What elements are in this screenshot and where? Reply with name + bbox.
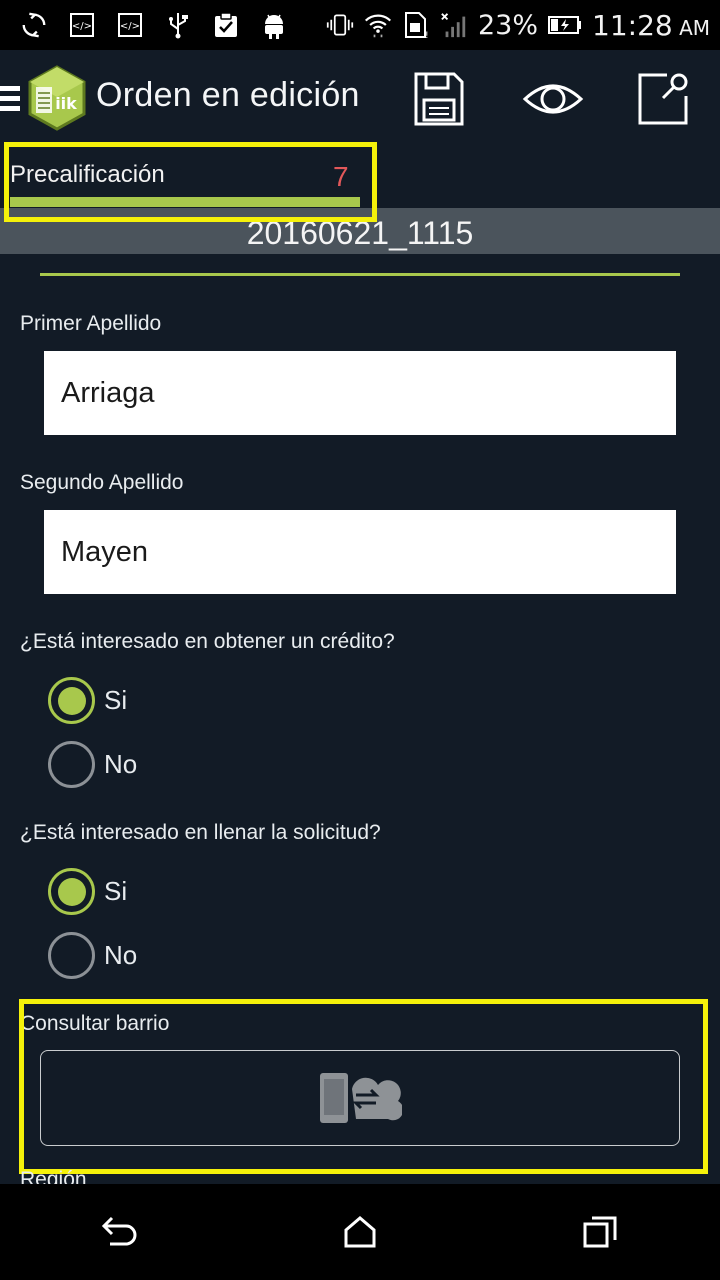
radio-button[interactable]	[48, 868, 95, 915]
primer-apellido-input[interactable]	[44, 351, 676, 435]
radio-label: No	[104, 749, 138, 779]
save-icon	[414, 72, 464, 126]
edit-icon	[638, 73, 688, 125]
tab-label: Precalificación	[10, 161, 165, 188]
home-icon	[344, 1216, 376, 1248]
primer-apellido-label: Primer Apellido	[20, 312, 162, 335]
back-button[interactable]	[90, 1202, 150, 1262]
divider	[40, 273, 680, 276]
edit-button[interactable]	[634, 70, 692, 128]
wifi-icon	[364, 11, 392, 39]
recents-button[interactable]	[570, 1202, 630, 1262]
status-bar: </> </> ! 23% 11:28 AM	[0, 0, 720, 50]
segundo-apellido-label: Segundo Apellido	[20, 471, 184, 494]
radio-label: No	[104, 940, 138, 970]
sync-icon	[20, 11, 48, 39]
credito-question: ¿Está interesado en obtener un crédito?	[20, 630, 395, 653]
app-logo: iik	[26, 65, 88, 131]
vibrate-icon	[326, 11, 354, 39]
svg-text:</>: </>	[120, 21, 140, 32]
clipboard-check-icon	[212, 11, 240, 39]
order-id-bar: 20160621_1115	[0, 208, 720, 254]
tab-precalificacion[interactable]: Precalificación 7	[0, 145, 370, 211]
segundo-apellido-input[interactable]	[44, 510, 676, 594]
credito-radio-si[interactable]: Si	[48, 677, 127, 724]
solicitud-radio-no[interactable]: No	[48, 932, 137, 979]
clock: 11:28 AM	[592, 8, 710, 42]
sim-icon: !	[402, 11, 430, 40]
tab-indicator	[10, 197, 360, 207]
credito-radio-no[interactable]: No	[48, 741, 137, 788]
home-button[interactable]	[330, 1202, 390, 1262]
code-icon: </>	[116, 11, 144, 39]
solicitud-question: ¿Está interesado en llenar la solicitud?	[20, 821, 381, 844]
radio-button[interactable]	[48, 741, 95, 788]
radio-button[interactable]	[48, 677, 95, 724]
back-icon	[101, 1216, 137, 1246]
radio-button[interactable]	[48, 932, 95, 979]
eye-icon	[522, 84, 584, 114]
recents-icon	[583, 1216, 617, 1248]
radio-label: Si	[104, 685, 128, 715]
svg-text:!: !	[425, 31, 429, 40]
svg-text:iik: iik	[55, 94, 77, 113]
svg-text:</>: </>	[72, 21, 92, 32]
usb-icon	[164, 11, 192, 39]
code-icon: </>	[68, 11, 96, 39]
menu-icon[interactable]	[0, 86, 20, 116]
navigation-bar	[0, 1184, 720, 1280]
solicitud-radio-si[interactable]: Si	[48, 868, 127, 915]
consultar-barrio-button[interactable]	[40, 1050, 680, 1146]
preview-button[interactable]	[522, 70, 584, 128]
battery-charging-icon	[548, 11, 582, 39]
save-button[interactable]	[410, 70, 468, 128]
consultar-barrio-label: Consultar barrio	[20, 1012, 170, 1035]
tab-count-badge: 7	[333, 161, 349, 192]
region-label: Región	[20, 1168, 87, 1184]
android-icon	[260, 11, 288, 39]
radio-label: Si	[104, 876, 128, 906]
app-title: Orden en edición	[96, 76, 360, 114]
signal-icon	[440, 11, 468, 39]
app-bar: iik Orden en edición	[0, 50, 720, 145]
battery-percent: 23%	[477, 9, 538, 41]
phone-cloud-sync-icon	[320, 1073, 402, 1123]
